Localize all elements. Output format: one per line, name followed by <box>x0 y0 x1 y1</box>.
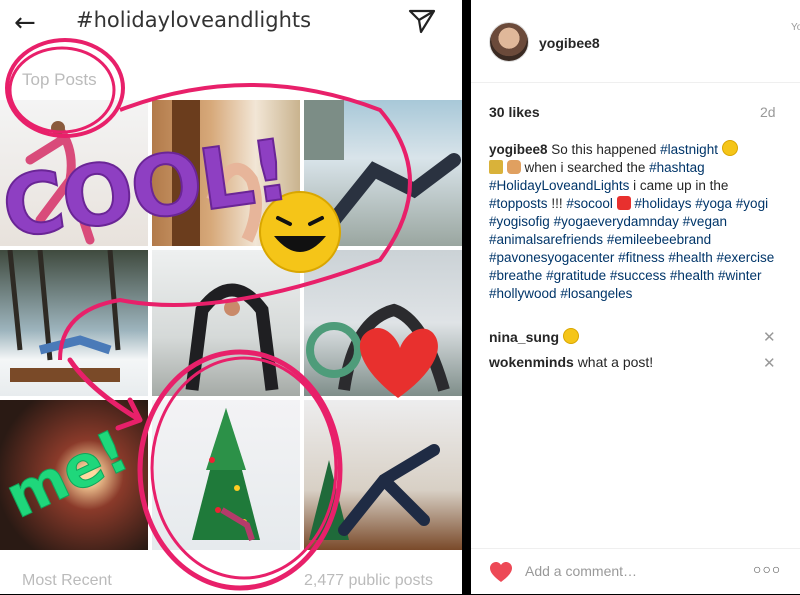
post-photo[interactable]: ← #holidayloveandlights Top Posts Most R… <box>0 0 462 594</box>
post-header: yogibee8 Yo <box>471 0 800 83</box>
post-username-link[interactable]: yogibee8 <box>539 35 600 51</box>
hashtag-link[interactable]: #animalsarefriends <box>489 232 603 247</box>
hashtag-link[interactable]: #emileebeebrand <box>607 232 711 247</box>
caption-text: when i searched the <box>524 160 646 175</box>
add-comment-input[interactable] <box>523 562 727 580</box>
likes-count[interactable]: 30 likes <box>489 104 540 120</box>
circle-doodle-top-posts <box>5 38 125 138</box>
hashtag-link[interactable]: #breathe <box>489 268 542 283</box>
hashtag-link[interactable]: #pavonesyogacenter <box>489 250 614 265</box>
caption-username-link[interactable]: yogibee8 <box>489 142 548 157</box>
hashtag-link[interactable]: #losangeles <box>560 286 632 301</box>
hashtag-link[interactable]: #holidays <box>634 196 691 211</box>
caption-text: So this happened <box>551 142 657 157</box>
more-options-icon[interactable]: ○○○ <box>753 561 781 577</box>
comment-username-link[interactable]: nina_sung <box>489 329 559 345</box>
hashtag-link[interactable]: #topposts <box>489 196 548 211</box>
comment-text: what a post! <box>577 354 654 370</box>
face-blowing-kiss-icon <box>562 328 579 344</box>
hashtag-list: #holidays #yoga #yogi #yogisofig #yogaev… <box>489 196 774 301</box>
close-icon[interactable]: ✕ <box>763 354 776 372</box>
hashtag-link[interactable]: #success <box>610 268 666 283</box>
cut-off-label: Yo <box>791 22 800 33</box>
hashtag-link[interactable]: #exercise <box>716 250 774 265</box>
hashtag-link[interactable]: #gratitude <box>546 268 606 283</box>
person-emoji-icon <box>506 160 521 174</box>
comment-1: nina_sung <box>489 328 759 345</box>
caption-text: i came up in the <box>633 178 729 193</box>
hashtag-link[interactable]: #health <box>670 268 714 283</box>
hashtag-link[interactable]: #winter <box>718 268 762 283</box>
hashtag-link[interactable]: #yogisofig <box>489 214 550 229</box>
post-panel: yogibee8 Yo 30 likes 2d yogibee8 So this… <box>471 0 800 594</box>
post-timestamp[interactable]: 2d <box>760 104 776 120</box>
hashtag-link[interactable]: #hollywood <box>489 286 557 301</box>
hashtag-link[interactable]: #fitness <box>618 250 665 265</box>
comment-username-link[interactable]: wokenminds <box>489 354 574 370</box>
caption-text: !!! <box>551 196 563 211</box>
hashtag-link[interactable]: #lastnight <box>660 142 718 157</box>
comment-bar: ○○○ <box>471 548 800 595</box>
heart-doodle <box>359 327 438 398</box>
circle-doodle-top-posts-2 <box>8 46 116 134</box>
post-caption: yogibee8 So this happened #lastnight whe… <box>489 140 789 303</box>
red-heart-icon <box>616 196 631 210</box>
hashtag-link[interactable]: #yogaeverydamnday <box>554 214 679 229</box>
comment-2: wokenminds what a post! <box>489 354 759 370</box>
circle-doodle-me-2 <box>150 356 338 580</box>
avatar[interactable] <box>489 22 529 62</box>
hashtag-link[interactable]: #HolidayLoveandLights <box>489 178 629 193</box>
divider <box>462 0 471 594</box>
hashtag-link[interactable]: #yogi <box>736 196 768 211</box>
close-icon[interactable]: ✕ <box>763 328 776 346</box>
grinning-face-icon <box>721 140 738 156</box>
hashtag-link[interactable]: #vegan <box>683 214 727 229</box>
hashtag-link[interactable]: #socool <box>566 196 613 211</box>
hashtag-link[interactable]: #hashtag <box>649 160 705 175</box>
sparkles-icon <box>489 160 503 174</box>
heart-icon[interactable] <box>489 561 513 583</box>
circle-doodle-me <box>137 349 343 591</box>
hashtag-link[interactable]: #yoga <box>695 196 732 211</box>
hashtag-link[interactable]: #health <box>668 250 712 265</box>
